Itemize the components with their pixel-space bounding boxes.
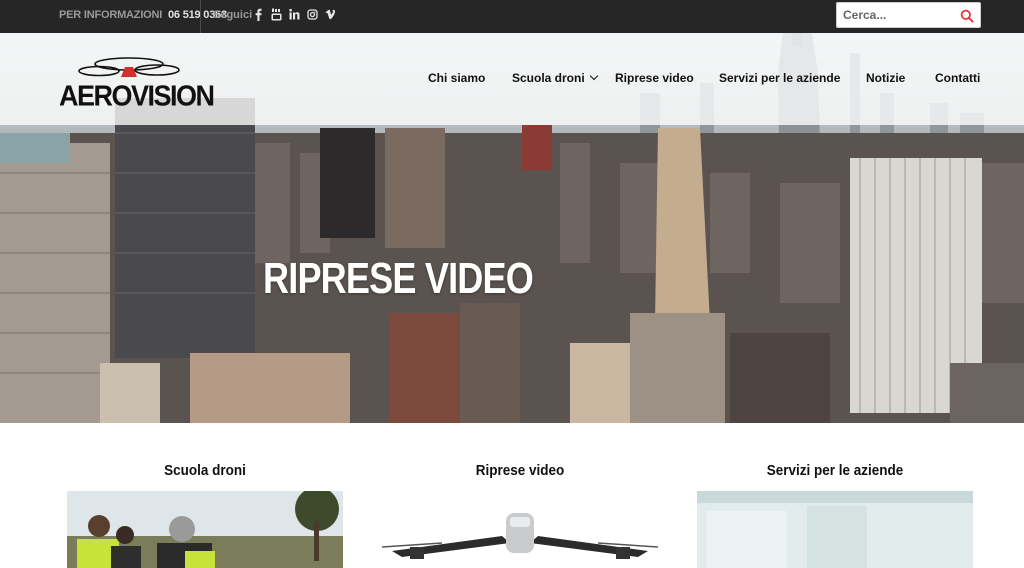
- topbar-divider: [200, 0, 201, 33]
- card-title-servizi-aziende[interactable]: Servizi per le aziende: [711, 462, 959, 479]
- search-box: [836, 2, 981, 28]
- card-image-servizi-aziende[interactable]: [697, 491, 973, 568]
- top-bar: PER INFORMAZIONI 06 519 0363 Seguici: [0, 0, 1024, 33]
- search-icon[interactable]: [960, 9, 974, 23]
- chevron-down-icon: [589, 71, 598, 81]
- hero-banner: AEROVISION Chi siamo Scuola droni Ripres…: [0, 33, 1024, 423]
- vimeo-icon[interactable]: [325, 8, 336, 21]
- instagram-icon[interactable]: [307, 8, 318, 21]
- follow-label: Seguici: [213, 9, 253, 21]
- nav-item-contatti[interactable]: Contatti: [935, 71, 980, 85]
- youtube-icon[interactable]: [271, 8, 282, 21]
- facebook-icon[interactable]: [253, 8, 264, 21]
- search-input[interactable]: [843, 6, 953, 24]
- page-title: RIPRESE VIDEO: [263, 254, 534, 303]
- nav-item-chi-siamo[interactable]: Chi siamo: [428, 71, 485, 85]
- nav-label: Contatti: [935, 71, 981, 85]
- social-links: [253, 8, 336, 21]
- nav-item-servizi-aziende[interactable]: Servizi per le aziende: [719, 71, 840, 85]
- card-image-riprese-video[interactable]: [382, 491, 658, 568]
- nav-label: Scuola droni: [512, 71, 585, 85]
- card-image-scuola-droni[interactable]: [67, 491, 343, 568]
- main-nav: Chi siamo Scuola droni Riprese video Ser…: [0, 71, 1024, 87]
- nav-item-riprese-video[interactable]: Riprese video: [615, 71, 694, 85]
- card-title-riprese-video[interactable]: Riprese video: [396, 462, 644, 479]
- nav-label: Riprese video: [615, 71, 694, 85]
- nav-item-scuola-droni[interactable]: Scuola droni: [512, 71, 598, 85]
- contact-info: PER INFORMAZIONI 06 519 0363: [59, 9, 227, 21]
- card-title-scuola-droni[interactable]: Scuola droni: [81, 462, 329, 479]
- nav-label: Notizie: [866, 71, 906, 85]
- linkedin-icon[interactable]: [289, 8, 300, 21]
- nav-label: Chi siamo: [428, 71, 486, 85]
- nav-label: Servizi per le aziende: [719, 71, 841, 85]
- contact-info-label: PER INFORMAZIONI: [59, 9, 163, 21]
- nav-item-notizie[interactable]: Notizie: [866, 71, 905, 85]
